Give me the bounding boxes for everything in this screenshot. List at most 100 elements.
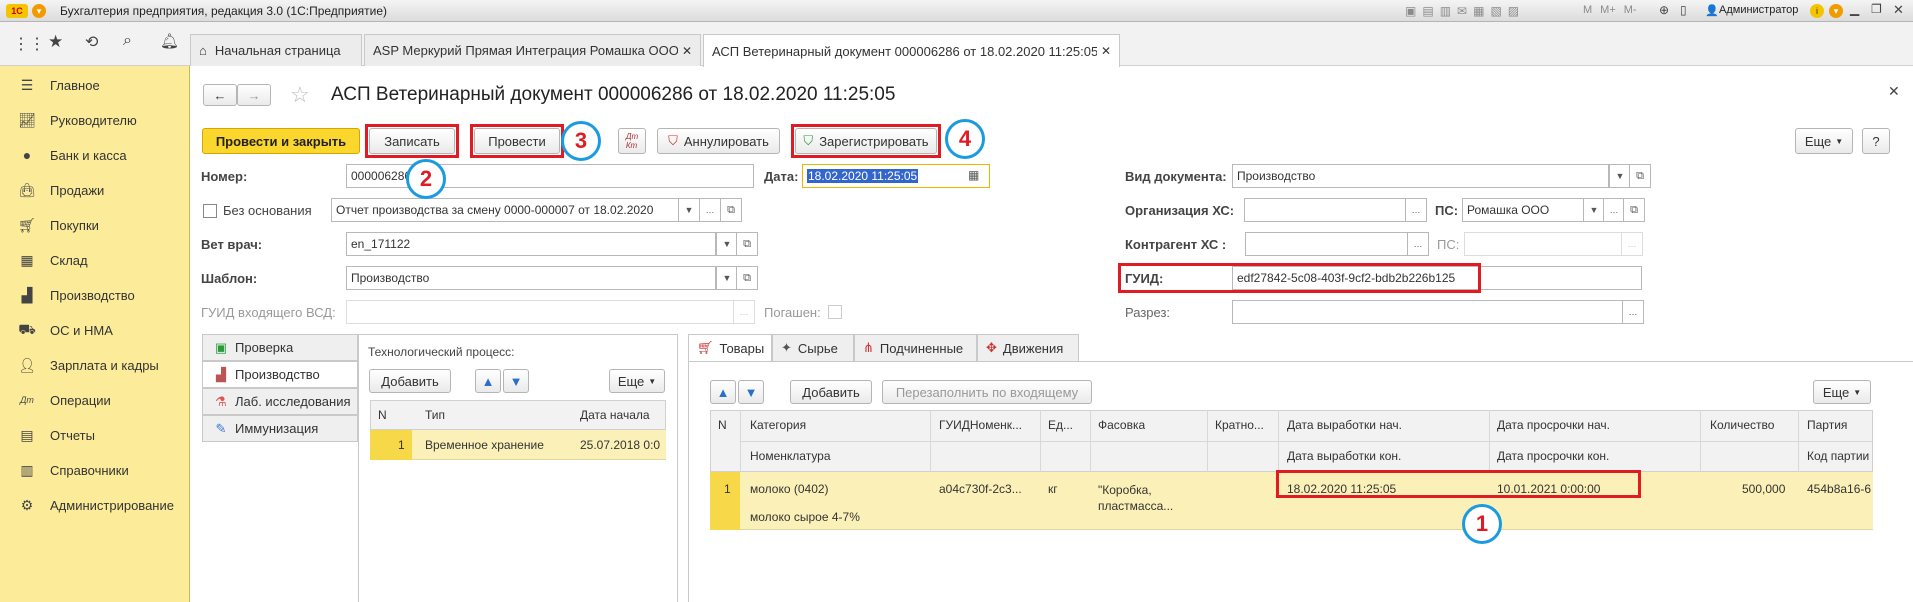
guid-in-select-button[interactable]: …	[733, 300, 755, 324]
tech-down-button[interactable]: ▼	[503, 369, 529, 393]
no-basis-checkbox[interactable]	[203, 204, 217, 218]
sidebar-item-label: Справочники	[50, 462, 129, 478]
tab-goods[interactable]: 🛒︎ Товары	[688, 334, 772, 362]
tab-vet-document[interactable]: АСП Ветеринарный документ 000006286 от 1…	[703, 34, 1120, 67]
settings-dropdown-icon[interactable]: ▾	[1829, 4, 1843, 18]
favorites-star-icon[interactable]: ★	[48, 32, 63, 52]
sidebar-item-12[interactable]: ⚙ Администрирование	[0, 488, 190, 522]
sidebar-item-7[interactable]: ⛟ ОС и НМА	[0, 313, 190, 347]
contractor-select-button[interactable]: …	[1407, 232, 1429, 256]
org-select-button[interactable]: …	[1405, 198, 1427, 222]
notifications-bell-icon[interactable]: 🔔︎	[160, 32, 179, 50]
basis-dropdown-button[interactable]: ▼	[678, 198, 700, 222]
doctype-dropdown-button[interactable]: ▼	[1609, 164, 1631, 188]
sidebar-item-9[interactable]: Дт Операции	[0, 383, 190, 417]
search-icon[interactable]: ⌕	[123, 32, 132, 50]
save-icon[interactable]: ▣	[1405, 4, 1416, 18]
goods-up-button[interactable]: ▲	[710, 380, 736, 404]
calendar-icon[interactable]: ▦	[968, 168, 979, 182]
razrez-field[interactable]	[1232, 300, 1623, 324]
refill-button[interactable]: Перезаполнить по входящему	[882, 380, 1092, 404]
sidebar-item-10[interactable]: ▤ Отчеты	[0, 418, 190, 452]
contractor-field[interactable]	[1245, 232, 1408, 256]
ps-select-button[interactable]: …	[1603, 198, 1625, 222]
tab-check[interactable]: ▣ Проверка	[202, 334, 358, 361]
favorite-star-icon[interactable]: ☆	[290, 82, 310, 108]
minimize-icon[interactable]: ▁	[1850, 2, 1859, 16]
mem-minus-button[interactable]: M-	[1624, 4, 1637, 16]
restore-icon[interactable]: ❐	[1871, 2, 1882, 16]
doctype-field[interactable]: Производство	[1232, 164, 1609, 188]
tab-production[interactable]: ▟ Производство	[202, 361, 358, 388]
vet-dropdown-button[interactable]: ▼	[716, 232, 738, 256]
print-icon[interactable]: ▤	[1422, 4, 1433, 18]
history-icon[interactable]: ⟲	[85, 32, 98, 52]
calc-icon[interactable]: ▨	[1508, 4, 1519, 18]
sidebar-item-3[interactable]: 👜︎ Продажи	[0, 173, 190, 207]
close-form-icon[interactable]: ✕	[1888, 83, 1900, 100]
forward-button[interactable]: →	[237, 84, 271, 106]
goods-more-button[interactable]: Еще ▼	[1813, 380, 1871, 404]
sidebar-item-8[interactable]: 👤︎ Зарплата и кадры	[0, 348, 190, 382]
close-tab-icon[interactable]: ✕	[1101, 44, 1111, 58]
tech-up-button[interactable]: ▲	[475, 369, 501, 393]
tech-more-button[interactable]: Еще ▼	[609, 369, 665, 393]
tab-home[interactable]: ⌂ Начальная страница	[190, 34, 362, 66]
tab-raw[interactable]: ✦ Сырье	[772, 334, 854, 362]
sidebar-toggle-icon[interactable]: ▯	[1680, 3, 1687, 17]
sidebar-item-5[interactable]: ▦ Склад	[0, 243, 190, 277]
mem-plus-button[interactable]: M+	[1600, 4, 1616, 16]
ps-field[interactable]: Ромашка ООО	[1462, 198, 1584, 222]
close-window-icon[interactable]: ✕	[1893, 2, 1904, 18]
basis-field[interactable]: Отчет производства за смену 0000-000007 …	[331, 198, 679, 222]
doctype-open-button[interactable]: ⧉	[1629, 164, 1651, 188]
close-tab-icon[interactable]: ✕	[682, 44, 692, 58]
tab-lab[interactable]: ⚗ Лаб. исследования	[202, 388, 358, 415]
ps2-field[interactable]	[1464, 232, 1622, 256]
calendar-icon[interactable]: ▧	[1490, 4, 1501, 18]
sidebar-item-1[interactable]: 📈︎ Руководителю	[0, 103, 190, 137]
tab-mercury[interactable]: ASP Меркурий Прямая Интеграция Ромашка О…	[364, 34, 701, 66]
sidebar-item-2[interactable]: ● Банк и касса	[0, 138, 190, 172]
tech-add-button[interactable]: Добавить	[369, 369, 451, 393]
date-field[interactable]: 18.02.2020 11:25:05	[802, 164, 990, 188]
sidebar-item-0[interactable]: ☰ Главное	[0, 68, 190, 102]
template-open-button[interactable]: ⧉	[736, 266, 758, 290]
guid-in-field[interactable]	[346, 300, 734, 324]
sidebar-item-11[interactable]: ▥ Справочники	[0, 453, 190, 487]
more-button[interactable]: Еще ▼	[1795, 128, 1853, 154]
ps-open-button[interactable]: ⧉	[1623, 198, 1645, 222]
mem-m-button[interactable]: M	[1583, 4, 1592, 16]
razrez-select-button[interactable]: …	[1622, 300, 1644, 324]
ps2-select-button[interactable]: …	[1621, 232, 1643, 256]
template-field[interactable]: Производство	[346, 266, 716, 290]
help-button[interactable]: ?	[1862, 128, 1890, 154]
user-name[interactable]: Администратор	[1719, 4, 1798, 16]
app-menu-icon[interactable]: ▾	[32, 4, 46, 18]
goods-add-button[interactable]: Добавить	[790, 380, 872, 404]
vet-field[interactable]: en_171122	[346, 232, 716, 256]
dt-kt-button[interactable]: Дт Кт	[618, 128, 646, 154]
org-field[interactable]	[1244, 198, 1406, 222]
post-and-close-button[interactable]: Провести и закрыть	[202, 128, 360, 154]
goods-down-button[interactable]: ▼	[738, 380, 764, 404]
tab-movements[interactable]: ✥ Движения	[977, 334, 1079, 362]
tab-immunization[interactable]: ✎ Иммунизация	[202, 415, 358, 442]
template-dropdown-button[interactable]: ▼	[716, 266, 738, 290]
ps-dropdown-button[interactable]: ▼	[1583, 198, 1605, 222]
attach-icon[interactable]: ▦	[1473, 4, 1484, 18]
apps-grid-icon[interactable]: ⋮⋮	[13, 34, 45, 54]
zoom-icon[interactable]: ⊕	[1659, 3, 1669, 17]
basis-select-button[interactable]: …	[699, 198, 721, 222]
back-button[interactable]: ←	[203, 84, 237, 106]
sidebar-item-6[interactable]: ▟ Производство	[0, 278, 190, 312]
redeemed-checkbox[interactable]	[828, 305, 842, 319]
mail-icon[interactable]: ✉	[1457, 4, 1467, 18]
preview-icon[interactable]: ▥	[1440, 4, 1451, 18]
sidebar-item-4[interactable]: 🛒︎ Покупки	[0, 208, 190, 242]
info-icon[interactable]: i	[1810, 4, 1824, 18]
vet-open-button[interactable]: ⧉	[736, 232, 758, 256]
basis-open-button[interactable]: ⧉	[720, 198, 742, 222]
tab-children[interactable]: ⋔ Подчиненные	[854, 334, 977, 362]
annul-button[interactable]: ⛉ Аннулировать	[657, 128, 780, 154]
